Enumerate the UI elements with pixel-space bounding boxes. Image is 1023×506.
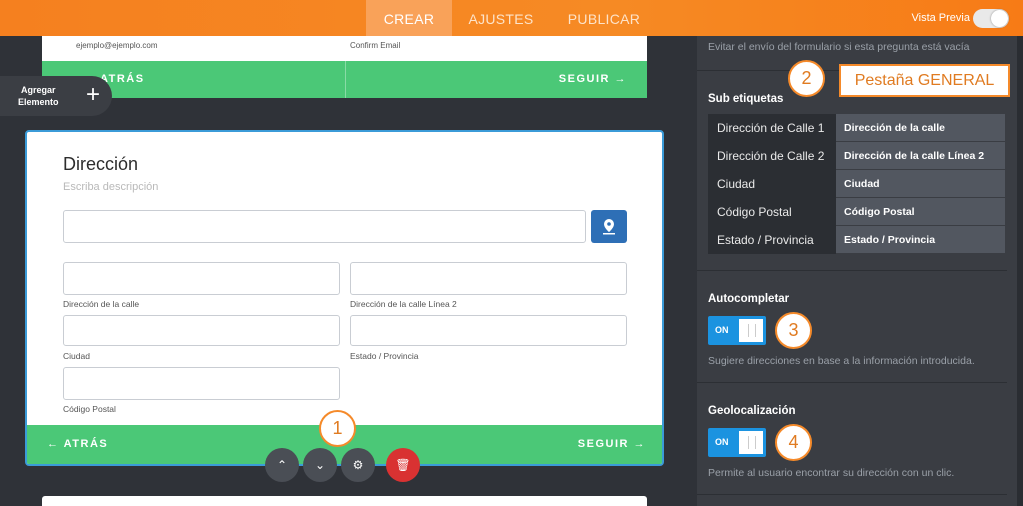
city-sublabel: Ciudad <box>63 351 90 361</box>
sublabel-row: Estado / Provincia Estado / Provincia <box>708 226 1005 254</box>
sublabels-heading: Sub etiquetas <box>708 93 784 105</box>
callout-3: 3 <box>775 312 812 349</box>
sublabel-value-input[interactable]: Dirección de la calle <box>836 114 1005 142</box>
postal-sublabel: Código Postal <box>63 404 116 414</box>
geolocation-toggle[interactable]: ON <box>708 428 766 457</box>
required-hint: Evitar el envío del formulario si esta p… <box>708 41 970 53</box>
sublabel-value-input[interactable]: Ciudad <box>836 170 1005 198</box>
trash-icon: 🗑 <box>395 458 411 472</box>
autocomplete-toggle[interactable]: ON <box>708 316 766 345</box>
street-sublabel: Dirección de la calle <box>63 299 140 309</box>
section-divider <box>697 494 1007 495</box>
panel-scrollbar[interactable] <box>1017 36 1023 506</box>
callout-2: 2 <box>788 60 825 97</box>
location-button[interactable] <box>591 210 627 243</box>
sublabel-key: Estado / Provincia <box>708 226 836 254</box>
move-down-button[interactable]: ⌄ <box>303 448 337 482</box>
state-sublabel: Estado / Provincia <box>350 351 419 361</box>
street2-sublabel: Dirección de la calle Línea 2 <box>350 299 457 309</box>
sublabel-row: Dirección de Calle 2 Dirección de la cal… <box>708 142 1005 170</box>
properties-panel: Evitar el envío del formulario si esta p… <box>697 36 1017 506</box>
street-input[interactable] <box>63 262 340 295</box>
delete-field-button[interactable]: 🗑 <box>386 448 420 482</box>
sublabel-row: Código Postal Código Postal <box>708 198 1005 226</box>
sublabel-value-input[interactable]: Código Postal <box>836 198 1005 226</box>
sublabel-value-input[interactable]: Estado / Provincia <box>836 226 1005 254</box>
sublabel-row: Dirección de Calle 1 Dirección de la cal… <box>708 114 1005 142</box>
preview-label: Vista Previa <box>911 12 971 24</box>
field-description[interactable]: Escriba descripción <box>63 181 158 193</box>
plus-icon: + <box>85 81 100 108</box>
sublabel-key: Código Postal <box>708 198 836 226</box>
previous-page-card: ejemplo@ejemplo.com Confirm Email ATRÁS … <box>42 36 647 98</box>
next-field-card <box>42 496 647 506</box>
street2-input[interactable] <box>350 262 627 295</box>
nav-divider <box>345 61 346 98</box>
back-button[interactable]: ← ATRÁS <box>47 438 108 450</box>
toggle-knob <box>739 319 763 342</box>
address-search-input[interactable] <box>63 210 586 243</box>
chevron-down-icon: ⌄ <box>314 458 326 472</box>
geolocation-hint: Permite al usuario encontrar su direcció… <box>708 467 955 479</box>
geolocation-heading: Geolocalización <box>708 405 796 417</box>
sublabel-key: Dirección de Calle 1 <box>708 114 836 142</box>
postal-input[interactable] <box>63 367 340 400</box>
callout-1: 1 <box>319 410 356 447</box>
sublabel-value-input[interactable]: Dirección de la calle Línea 2 <box>836 142 1005 170</box>
next-button[interactable]: SEGUIR → <box>578 438 646 450</box>
section-divider <box>697 270 1007 271</box>
preview-toggle[interactable] <box>973 9 1009 28</box>
toggle-state: ON <box>715 325 729 335</box>
toggle-knob <box>991 10 1008 27</box>
email-hint: ejemplo@ejemplo.com <box>76 41 158 50</box>
toggle-knob <box>739 431 763 454</box>
autocomplete-heading: Autocompletar <box>708 293 790 305</box>
add-element-label-line2: Elemento <box>18 97 59 107</box>
form-canvas: ejemplo@ejemplo.com Confirm Email ATRÁS … <box>0 36 697 506</box>
gear-icon: ⚙ <box>352 458 364 472</box>
sublabel-key: Dirección de Calle 2 <box>708 142 836 170</box>
section-divider <box>697 382 1007 383</box>
city-input[interactable] <box>63 315 340 346</box>
field-settings-button[interactable]: ⚙ <box>341 448 375 482</box>
add-element-button[interactable]: Agregar Elemento + <box>0 76 112 116</box>
next-button[interactable]: SEGUIR → <box>559 73 627 85</box>
tab-crear[interactable]: CREAR <box>366 0 452 36</box>
sublabel-key: Ciudad <box>708 170 836 198</box>
autocomplete-hint: Sugiere direcciones en base a la informa… <box>708 355 975 367</box>
field-title[interactable]: Dirección <box>63 154 138 175</box>
prev-card-nav-bar: ATRÁS SEGUIR → <box>42 61 647 98</box>
chevron-up-icon: ⌃ <box>276 458 288 472</box>
state-input[interactable] <box>350 315 627 346</box>
add-element-label-line1: Agregar <box>21 85 56 95</box>
callout-4: 4 <box>775 424 812 461</box>
move-up-button[interactable]: ⌃ <box>265 448 299 482</box>
confirm-email-label: Confirm Email <box>350 41 401 50</box>
map-pin-icon <box>603 219 615 235</box>
general-tab-annotation: Pestaña GENERAL <box>839 64 1010 97</box>
add-element-label: Agregar Elemento <box>18 84 59 108</box>
toggle-state: ON <box>715 437 729 447</box>
tab-publicar[interactable]: PUBLICAR <box>556 0 652 36</box>
top-toolbar: CREAR AJUSTES PUBLICAR Vista Previa <box>0 0 1023 36</box>
sublabel-row: Ciudad Ciudad <box>708 170 1005 198</box>
tab-ajustes[interactable]: AJUSTES <box>456 0 546 36</box>
